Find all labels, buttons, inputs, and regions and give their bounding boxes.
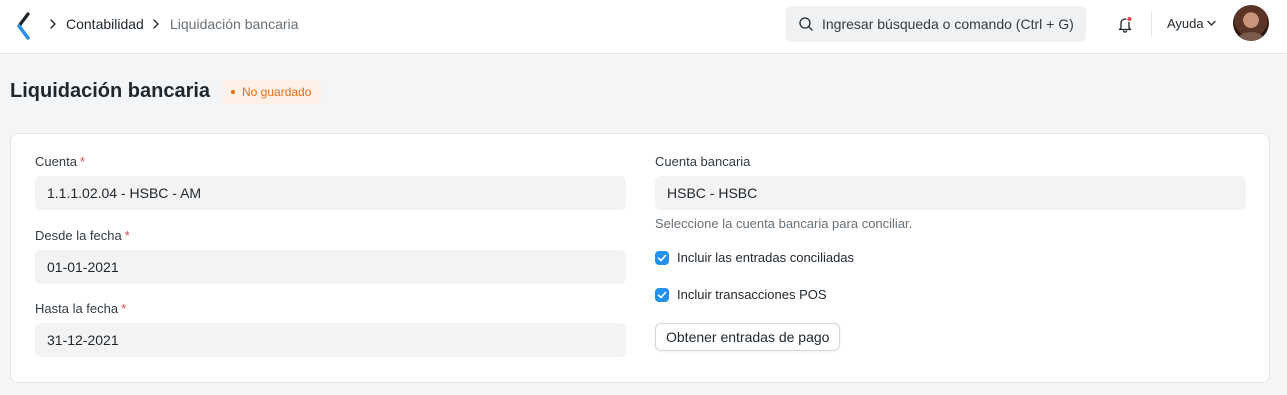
required-mark: *	[124, 228, 130, 243]
chevron-right-icon	[153, 19, 159, 29]
get-payment-entries-button[interactable]: Obtener entradas de pago	[655, 323, 841, 351]
from-date-label: Desde la fecha *	[35, 228, 130, 244]
chevron-right-icon	[50, 19, 56, 29]
required-mark: *	[79, 154, 85, 169]
bank-account-description: Seleccione la cuenta bancaria para conci…	[655, 216, 913, 231]
search-bar[interactable]: Ingresar búsqueda o comando (Ctrl + G)	[786, 6, 1086, 42]
app-logo-icon[interactable]	[14, 11, 34, 41]
checkmark-icon	[657, 254, 667, 262]
status-dot-icon	[231, 90, 235, 94]
navbar-divider	[1151, 12, 1152, 36]
account-label-text: Cuenta	[35, 154, 77, 169]
include-reconciled-label[interactable]: Incluir las entradas conciliadas	[677, 250, 854, 266]
search-input[interactable]: Ingresar búsqueda o comando (Ctrl + G)	[822, 15, 1074, 33]
form-card: Cuenta * 1.1.1.02.04 - HSBC - AM Desde la…	[10, 133, 1270, 383]
account-label: Cuenta *	[35, 154, 85, 170]
status-badge-text: No guardado	[242, 85, 312, 99]
chevron-down-icon[interactable]	[1207, 20, 1216, 27]
avatar[interactable]	[1233, 5, 1269, 41]
from-date-label-text: Desde la fecha	[35, 228, 122, 243]
avatar-shirt	[1239, 32, 1263, 41]
breadcrumb-contabilidad[interactable]: Contabilidad	[66, 15, 144, 33]
bank-account-label: Cuenta bancaria	[655, 154, 751, 169]
status-badge: No guardado	[222, 80, 322, 104]
to-date-label-text: Hasta la fecha	[35, 301, 119, 316]
checkmark-icon	[657, 291, 667, 299]
navbar: Contabilidad Liquidación bancaria Ingres…	[0, 0, 1287, 54]
include-pos-label[interactable]: Incluir transacciones POS	[677, 287, 827, 303]
bell-icon[interactable]	[1115, 14, 1135, 34]
help-dropdown[interactable]: Ayuda	[1167, 15, 1204, 33]
to-date-label: Hasta la fecha *	[35, 301, 126, 317]
search-icon	[799, 17, 813, 31]
account-field[interactable]: 1.1.1.02.04 - HSBC - AM	[35, 176, 626, 210]
bank-account-field[interactable]: HSBC - HSBC	[655, 176, 1246, 210]
page-title: Liquidación bancaria	[10, 80, 211, 102]
include-reconciled-checkbox[interactable]	[655, 251, 669, 265]
to-date-field[interactable]: 31-12-2021	[35, 323, 626, 357]
required-mark: *	[121, 301, 127, 316]
include-pos-checkbox[interactable]	[655, 288, 669, 302]
from-date-field[interactable]: 01-01-2021	[35, 250, 626, 284]
breadcrumb-liquidacion-bancaria[interactable]: Liquidación bancaria	[170, 15, 298, 33]
